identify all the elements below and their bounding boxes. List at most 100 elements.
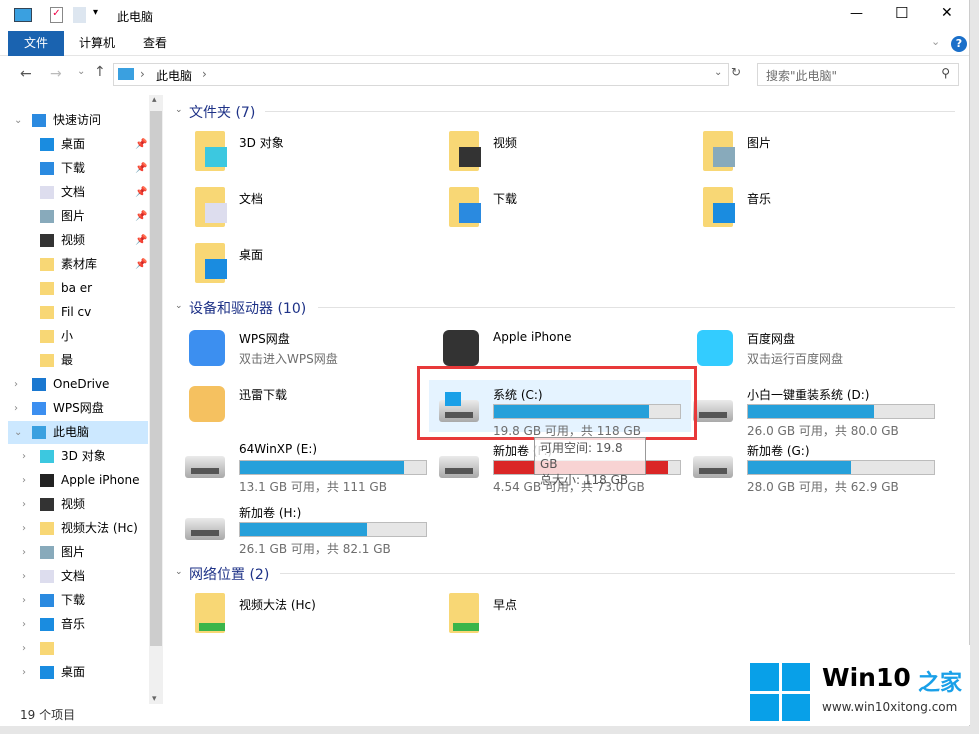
- collapse-group-icon[interactable]: ⌄: [175, 105, 183, 115]
- nav-item[interactable]: 小: [8, 325, 148, 348]
- expand-chevron-icon[interactable]: ›: [22, 589, 26, 612]
- up-button[interactable]: ↑: [94, 64, 106, 80]
- breadcrumb-chevron-icon[interactable]: ›: [202, 67, 207, 81]
- pin-icon[interactable]: 📌: [135, 205, 147, 228]
- expand-chevron-icon[interactable]: ›: [22, 565, 26, 588]
- folder-item[interactable]: 下载: [429, 184, 679, 236]
- expand-chevron-icon[interactable]: ⌄: [14, 421, 22, 444]
- nav-item[interactable]: › 视频大法 (Hc): [8, 517, 148, 540]
- nav-item[interactable]: › 图片: [8, 541, 148, 564]
- nav-item[interactable]: 素材库 📌: [8, 253, 148, 276]
- close-button[interactable]: ✕: [941, 5, 953, 21]
- drive-label: 新加卷 (H:): [239, 506, 302, 520]
- expand-chevron-icon[interactable]: ›: [22, 493, 26, 516]
- tab-computer[interactable]: 计算机: [70, 31, 124, 56]
- nav-item[interactable]: › 音乐: [8, 613, 148, 636]
- cloud-icon: [189, 330, 225, 366]
- expand-chevron-icon[interactable]: ›: [14, 373, 18, 396]
- folder-item[interactable]: 3D 对象: [175, 128, 425, 180]
- device-item[interactable]: 迅雷下载: [175, 380, 425, 432]
- pin-icon[interactable]: 📌: [135, 181, 147, 204]
- collapse-group-icon[interactable]: ⌄: [175, 567, 183, 577]
- back-button[interactable]: ←: [20, 66, 32, 82]
- expand-chevron-icon[interactable]: ›: [22, 637, 26, 660]
- nav-scrollbar[interactable]: ▴ ▾: [149, 95, 163, 704]
- properties-icon[interactable]: ✓: [50, 7, 63, 23]
- pin-icon[interactable]: 📌: [135, 253, 147, 276]
- expand-chevron-icon[interactable]: ›: [22, 469, 26, 492]
- folder-item[interactable]: 音乐: [683, 184, 933, 236]
- address-bar[interactable]: › 此电脑 › ⌄: [113, 63, 729, 86]
- pin-icon[interactable]: 📌: [135, 229, 147, 252]
- nav-item[interactable]: 文档 📌: [8, 181, 148, 204]
- computer-icon: [32, 426, 46, 439]
- drive-item[interactable]: 小白一键重装系统 (D:) 26.0 GB 可用，共 80.0 GB: [683, 380, 945, 438]
- drive-item[interactable]: 新加卷 (G:) 28.0 GB 可用，共 62.9 GB: [683, 436, 945, 494]
- nav-item[interactable]: › WPS网盘: [8, 397, 148, 420]
- nav-item[interactable]: ⌄ 快速访问: [8, 109, 148, 132]
- device-item[interactable]: WPS网盘 双击进入WPS网盘: [175, 324, 425, 376]
- expand-chevron-icon[interactable]: ›: [22, 445, 26, 468]
- folder-item[interactable]: 图片: [683, 128, 933, 180]
- section-header[interactable]: 网络位置 (2): [189, 564, 269, 584]
- expand-ribbon-icon[interactable]: ⌄: [931, 35, 940, 48]
- tab-view[interactable]: 查看: [130, 31, 180, 56]
- nav-item-label: 3D 对象: [61, 449, 106, 463]
- folder-item[interactable]: 视频: [429, 128, 679, 180]
- nav-item[interactable]: 视频 📌: [8, 229, 148, 252]
- nav-item[interactable]: › 桌面: [8, 661, 148, 684]
- expand-chevron-icon[interactable]: ›: [22, 541, 26, 564]
- pin-icon[interactable]: 📌: [135, 133, 147, 156]
- scrollbar-thumb[interactable]: [150, 111, 162, 646]
- download-icon: [40, 594, 54, 607]
- recent-locations-icon[interactable]: ⌄: [77, 66, 85, 77]
- nav-item[interactable]: 下载 📌: [8, 157, 148, 180]
- nav-item-label: 音乐: [61, 617, 86, 631]
- drive-item[interactable]: 新加卷 (H:) 26.1 GB 可用，共 82.1 GB: [175, 498, 437, 556]
- help-icon[interactable]: ?: [951, 36, 967, 52]
- nav-item[interactable]: 桌面 📌: [8, 133, 148, 156]
- network-location-item[interactable]: 视频大法 (Hc): [175, 590, 425, 642]
- expand-chevron-icon[interactable]: ›: [22, 661, 26, 684]
- drive-item[interactable]: 64WinXP (E:) 13.1 GB 可用，共 111 GB: [175, 436, 437, 494]
- nav-item[interactable]: › 文档: [8, 565, 148, 588]
- folder-item[interactable]: 桌面: [175, 240, 425, 292]
- new-folder-icon[interactable]: [73, 7, 86, 23]
- tab-file[interactable]: 文件: [8, 31, 64, 56]
- nav-item[interactable]: 图片 📌: [8, 205, 148, 228]
- folder-item[interactable]: 文档: [175, 184, 425, 236]
- quick-access-dropdown-icon[interactable]: ▾: [93, 7, 98, 18]
- nav-item[interactable]: 最: [8, 349, 148, 372]
- scroll-up-icon[interactable]: ▴: [152, 95, 157, 105]
- nav-item[interactable]: Fil cv: [8, 301, 148, 324]
- nav-item[interactable]: ⌄ 此电脑: [8, 421, 148, 444]
- minimize-button[interactable]: —: [850, 6, 863, 21]
- breadcrumb[interactable]: 此电脑: [156, 67, 192, 84]
- scroll-down-icon[interactable]: ▾: [152, 694, 157, 704]
- nav-item[interactable]: › 视频: [8, 493, 148, 516]
- nav-item[interactable]: › 3D 对象: [8, 445, 148, 468]
- device-subtitle: 双击运行百度网盘: [747, 352, 844, 366]
- nav-item[interactable]: ba er: [8, 277, 148, 300]
- nav-item[interactable]: › 下载: [8, 589, 148, 612]
- nav-item[interactable]: ›: [8, 637, 148, 660]
- section-header[interactable]: 设备和驱动器 (10): [189, 298, 306, 318]
- address-dropdown-icon[interactable]: ⌄: [714, 67, 722, 78]
- nav-item-label: 小: [61, 329, 74, 343]
- expand-chevron-icon[interactable]: ›: [14, 397, 18, 420]
- expand-chevron-icon[interactable]: ›: [22, 613, 26, 636]
- maximize-button[interactable]: ☐: [895, 4, 908, 22]
- nav-item[interactable]: › Apple iPhone: [8, 469, 148, 492]
- collapse-group-icon[interactable]: ⌄: [175, 301, 183, 311]
- nav-item[interactable]: › OneDrive: [8, 373, 148, 396]
- network-location-item[interactable]: 早点: [429, 590, 679, 642]
- pin-icon[interactable]: 📌: [135, 157, 147, 180]
- device-item[interactable]: 百度网盘 双击运行百度网盘: [683, 324, 933, 376]
- forward-button[interactable]: →: [50, 66, 62, 82]
- section-header[interactable]: 文件夹 (7): [189, 102, 255, 122]
- refresh-button[interactable]: ↻: [731, 65, 741, 79]
- expand-chevron-icon[interactable]: ›: [22, 517, 26, 540]
- device-label: Apple iPhone: [493, 330, 572, 344]
- expand-chevron-icon[interactable]: ⌄: [14, 109, 22, 132]
- search-input[interactable]: 搜索"此电脑" ⚲: [757, 63, 959, 86]
